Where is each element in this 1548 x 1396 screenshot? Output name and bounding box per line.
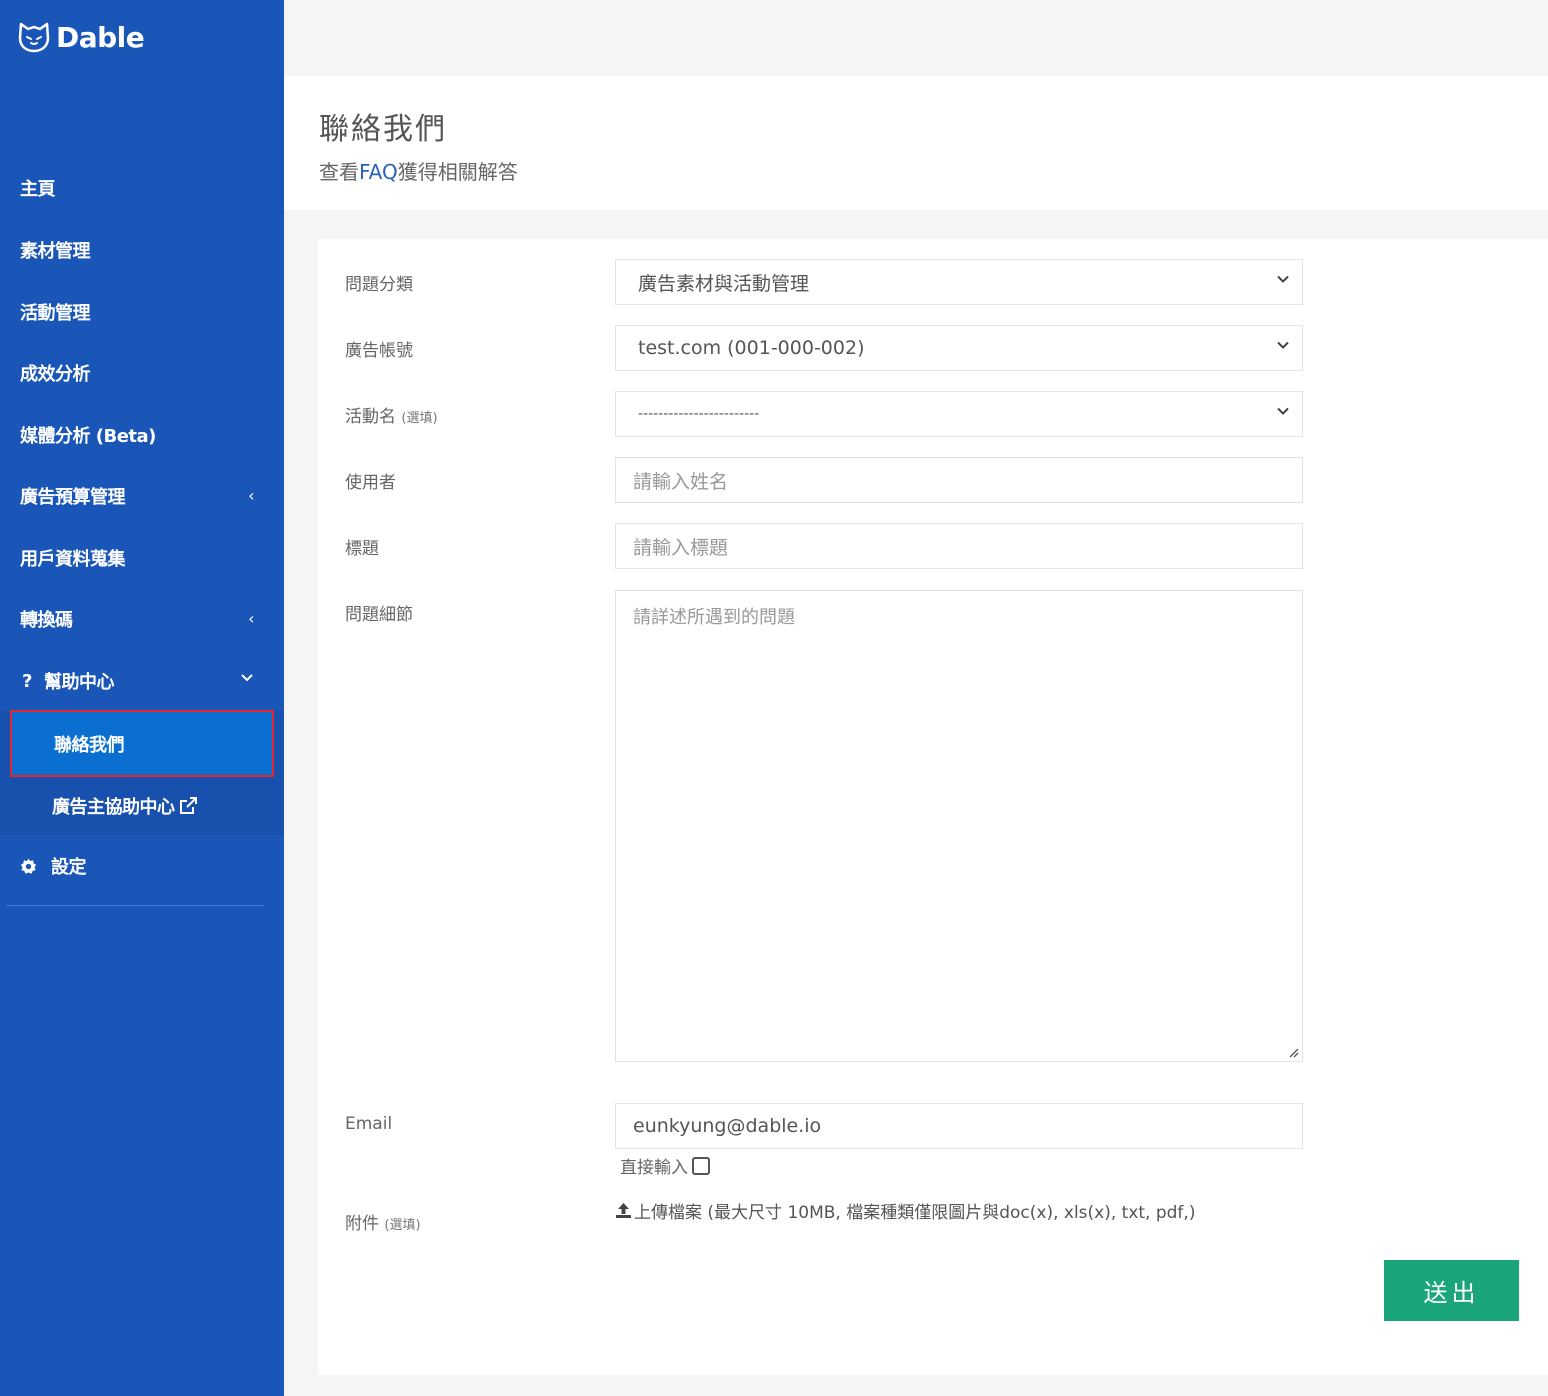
campaign-label-text: 活動名 (345, 407, 396, 427)
sidebar-item-help[interactable]: ? 幫助中心 (0, 661, 284, 701)
sidebar-item-creatives[interactable]: 素材管理 (0, 230, 284, 270)
subject-input[interactable]: 請輸入標題 (615, 523, 1303, 569)
chevron-down-icon (240, 669, 254, 688)
sidebar-item-contact-us[interactable]: 聯絡我們 (10, 710, 274, 777)
page-subtitle: 查看FAQ獲得相關解答 (319, 156, 518, 185)
category-value: 廣告素材與活動管理 (638, 272, 810, 295)
account-label: 廣告帳號 (345, 341, 413, 361)
sidebar-item-budget[interactable]: 廣告預算管理 ‹ (0, 476, 284, 516)
contact-form: 問題分類 廣告素材與活動管理 廣告帳號 test.com (001-000-00… (318, 239, 1548, 1375)
sidebar-item-label: 轉換碼 (20, 610, 73, 631)
email-value: eunkyung@dable.io (633, 1115, 822, 1137)
optional-note: (選填) (384, 1218, 421, 1233)
category-select[interactable]: 廣告素材與活動管理 (615, 259, 1303, 305)
sidebar-item-label: 主頁 (20, 179, 56, 200)
campaign-select[interactable]: ------------------------ (615, 391, 1303, 437)
attachment-label-text: 附件 (345, 1214, 379, 1234)
sidebar-item-label: 設定 (51, 857, 87, 878)
details-label: 問題細節 (345, 605, 413, 625)
subject-label: 標題 (345, 539, 379, 559)
sidebar-item-label: 媒體分析 (Beta) (20, 426, 156, 447)
sidebar-item-label: 幫助中心 (43, 672, 115, 693)
optional-note: (選填) (401, 411, 438, 426)
brand-name: Dable (56, 20, 145, 54)
sidebar-item-advertiser-help-center[interactable]: 廣告主協助中心 (10, 773, 274, 839)
sidebar-item-settings[interactable]: 設定 (0, 846, 284, 886)
upload-text: 上傳檔案 (最大尺寸 10MB, 檔案種類僅限圖片與doc(x), xls(x)… (634, 1203, 1196, 1223)
sidebar: Dable 主頁 素材管理 活動管理 成效分析 媒體分析 (Beta) 廣告預算… (0, 0, 284, 1396)
logo[interactable]: Dable (18, 20, 145, 54)
chevron-left-icon: ‹ (248, 486, 254, 505)
details-placeholder: 請詳述所遇到的問題 (633, 607, 795, 628)
account-select[interactable]: test.com (001-000-002) (615, 325, 1303, 371)
upload-icon (616, 1203, 631, 1218)
campaign-value: ------------------------ (638, 406, 760, 422)
sidebar-item-conversion[interactable]: 轉換碼 ‹ (0, 599, 284, 639)
gear-icon (20, 858, 37, 874)
direct-input-label: 直接輸入 (620, 1158, 688, 1178)
email-label: Email (345, 1114, 393, 1134)
question-icon: ? (22, 670, 32, 692)
chevron-down-icon (1277, 275, 1289, 283)
chevron-down-icon (1277, 341, 1289, 349)
submit-button[interactable]: 送出 (1384, 1260, 1519, 1321)
sidebar-item-audience[interactable]: 用戶資料蒐集 (0, 538, 284, 578)
category-label: 問題分類 (345, 275, 413, 295)
chevron-left-icon: ‹ (248, 609, 254, 628)
subtitle-suffix: 獲得相關解答 (397, 160, 518, 184)
resize-handle-icon[interactable] (1287, 1046, 1299, 1058)
user-placeholder: 請輸入姓名 (633, 470, 729, 493)
sidebar-item-label: 用戶資料蒐集 (20, 549, 126, 570)
sidebar-item-label: 素材管理 (20, 241, 91, 262)
subject-placeholder: 請輸入標題 (633, 536, 729, 559)
sidebar-item-label: 成效分析 (20, 364, 91, 385)
page-header: 聯絡我們 查看FAQ獲得相關解答 (284, 76, 1548, 210)
sidebar-divider (6, 905, 264, 906)
sidebar-item-performance[interactable]: 成效分析 (0, 353, 284, 393)
sidebar-item-label: 活動管理 (20, 303, 91, 324)
subtitle-prefix: 查看 (319, 160, 359, 184)
upload-file-button[interactable]: 上傳檔案 (最大尺寸 10MB, 檔案種類僅限圖片與doc(x), xls(x)… (615, 1198, 1195, 1223)
sidebar-item-label: 廣告主協助中心 (52, 797, 175, 818)
cat-logo-icon (18, 22, 50, 53)
account-value: test.com (001-000-002) (638, 337, 865, 359)
sidebar-item-campaigns[interactable]: 活動管理 (0, 292, 284, 332)
campaign-label: 活動名 (選填) (345, 402, 438, 427)
email-field[interactable]: eunkyung@dable.io (615, 1103, 1303, 1149)
user-name-input[interactable]: 請輸入姓名 (615, 457, 1303, 503)
direct-input-toggle: 直接輸入 (620, 1153, 710, 1178)
chevron-down-icon (1277, 407, 1289, 415)
sidebar-item-label: 聯絡我們 (54, 734, 125, 756)
external-link-icon (179, 797, 197, 814)
direct-input-checkbox[interactable] (692, 1156, 710, 1175)
attachment-label: 附件 (選填) (345, 1209, 421, 1234)
sidebar-item-label: 廣告預算管理 (20, 487, 126, 508)
sidebar-item-home[interactable]: 主頁 (0, 168, 284, 208)
details-textarea[interactable]: 請詳述所遇到的問題 (615, 590, 1303, 1062)
page-title: 聯絡我們 (319, 112, 447, 147)
sidebar-item-media-analysis[interactable]: 媒體分析 (Beta) (0, 415, 284, 455)
faq-link[interactable]: FAQ (359, 160, 398, 184)
user-label: 使用者 (345, 473, 396, 493)
